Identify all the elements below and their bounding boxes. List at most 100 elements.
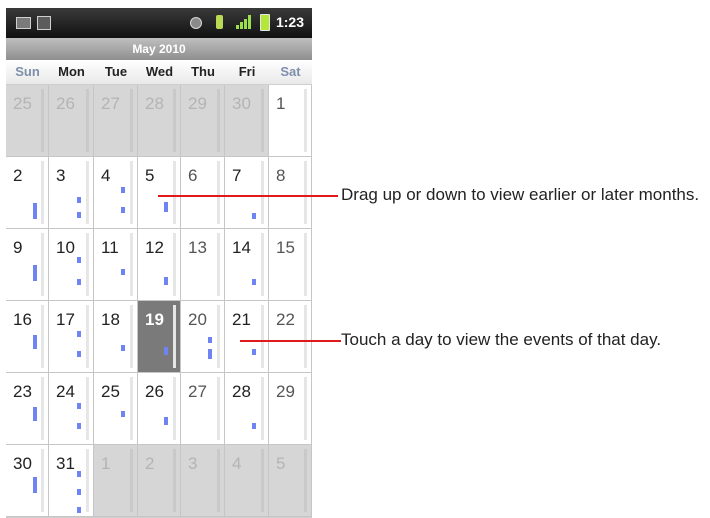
day-cell[interactable]: 25 [6,85,49,157]
day-number: 24 [56,382,75,401]
event-marker [33,477,37,493]
day-cell[interactable]: 29 [181,85,225,157]
day-cell[interactable]: 26 [49,85,94,157]
gps-icon [190,17,202,29]
day-cell[interactable]: 7 [225,157,269,229]
day-number: 4 [232,454,242,473]
weekday-label: Mon [58,64,85,79]
day-cell[interactable]: 5 [269,445,312,517]
day-number: 3 [188,454,198,473]
callout-line [158,195,338,197]
day-cell[interactable]: 23 [6,373,49,445]
day-number: 2 [145,454,155,473]
day-number: 3 [56,166,66,185]
day-cell[interactable]: 31 [49,445,94,517]
day-cell[interactable]: 3 [181,445,225,517]
day-cell[interactable]: 22 [269,301,312,373]
day-cell[interactable]: 30 [6,445,49,517]
day-cell[interactable]: 28 [225,373,269,445]
day-cell[interactable]: 8 [269,157,312,229]
phone-screen: 1:23 May 2010 Sun Mon Tue Wed Thu Fri Sat 25 26… [6,8,312,518]
mail-icon [16,17,31,29]
event-rail [41,305,44,368]
day-cell[interactable]: 4 [225,445,269,517]
day-number: 28 [145,94,164,113]
day-cell[interactable]: 26 [138,373,181,445]
event-rail [261,161,264,224]
day-number: 4 [101,166,111,185]
event-marker [121,187,125,193]
day-cell[interactable]: 10 [49,229,94,301]
event-rail [304,89,307,152]
day-cell[interactable]: 5 [138,157,181,229]
day-number: 26 [145,382,164,401]
day-cell[interactable]: 25 [94,373,138,445]
signal-icon [236,15,252,29]
event-marker [77,507,81,513]
event-marker [252,349,256,355]
event-marker [164,277,168,285]
day-number: 25 [101,382,120,401]
day-cell[interactable]: 20 [181,301,225,373]
event-rail [41,89,44,152]
day-cell[interactable]: 18 [94,301,138,373]
event-rail [173,89,176,152]
day-number: 5 [276,454,286,473]
event-rail [173,233,176,296]
day-cell[interactable]: 14 [225,229,269,301]
event-marker [208,349,212,359]
event-marker [77,471,81,477]
day-cell[interactable]: 1 [269,85,312,157]
day-number: 12 [145,238,164,257]
day-number: 14 [232,238,251,257]
event-rail [130,161,133,224]
day-cell[interactable]: 1 [94,445,138,517]
event-marker [77,423,81,429]
day-cell[interactable]: 27 [94,85,138,157]
event-marker [252,279,256,285]
day-cell[interactable]: 27 [181,373,225,445]
day-number: 25 [13,94,32,113]
weekday-label: Wed [145,64,174,79]
day-cell[interactable]: 2 [138,445,181,517]
day-cell[interactable]: 16 [6,301,49,373]
day-cell[interactable]: 9 [6,229,49,301]
day-cell[interactable]: 11 [94,229,138,301]
day-number: 7 [232,166,242,185]
day-cell[interactable]: 15 [269,229,312,301]
day-number: 23 [13,382,32,401]
day-cell[interactable]: 21 [225,301,269,373]
event-marker [164,202,168,212]
day-cell[interactable]: 3 [49,157,94,229]
event-rail [41,449,44,512]
event-rail [217,89,220,152]
event-marker [77,331,81,337]
day-cell[interactable]: 13 [181,229,225,301]
day-cell[interactable]: 24 [49,373,94,445]
day-number: 9 [13,238,23,257]
day-number: 19 [145,310,164,329]
day-cell[interactable]: 4 [94,157,138,229]
weekday-label: Tue [104,64,128,79]
event-rail [261,305,264,368]
day-cell[interactable]: 2 [6,157,49,229]
battery-icon [260,14,270,31]
day-number: 21 [232,310,251,329]
event-rail [86,89,89,152]
event-rail [41,377,44,440]
day-cell[interactable]: 30 [225,85,269,157]
day-cell[interactable]: 6 [181,157,225,229]
status-bar: 1:23 [6,8,312,38]
day-cell-selected[interactable]: 19 [138,301,181,373]
day-cell[interactable]: 17 [49,301,94,373]
month-grid[interactable]: 25 26 27 28 29 30 1 2 3 4 5 6 7 8 9 10 11 12 13 14 15 16 17 18 1… [6,85,312,518]
day-cell[interactable]: 29 [269,373,312,445]
event-rail [261,233,264,296]
event-rail [261,449,264,512]
day-cell[interactable]: 12 [138,229,181,301]
day-cell[interactable]: 28 [138,85,181,157]
day-number: 20 [188,310,207,329]
event-marker [121,411,125,417]
day-number: 22 [276,310,295,329]
day-number: 10 [56,238,75,257]
